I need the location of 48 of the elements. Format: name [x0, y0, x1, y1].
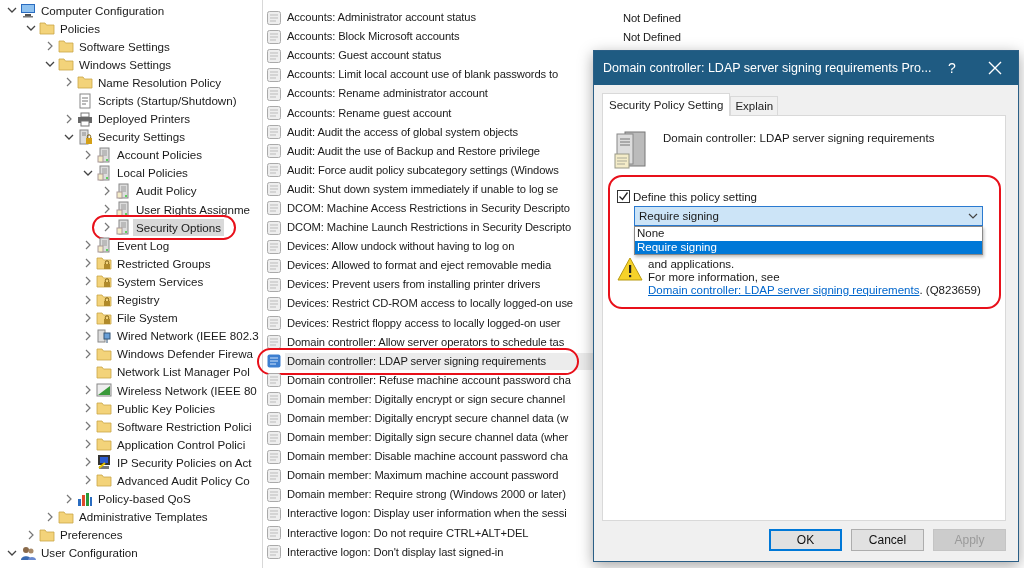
- tree-item[interactable]: Event Log: [114, 236, 173, 254]
- warning-text: and applications.: [648, 258, 736, 271]
- tree-item[interactable]: IP Security Policies on Act: [114, 453, 255, 471]
- tree-item[interactable]: Registry: [114, 291, 163, 309]
- more-info-text: For more information, see Domain controller: LDAP server signing requirements. (Q823659): [648, 271, 981, 297]
- dropdown[interactable]: Require signing: [634, 206, 983, 226]
- policy-name: Domain controller: LDAP server signing requirements: [663, 131, 935, 144]
- dropdown-option[interactable]: Require signing: [635, 240, 982, 254]
- tree-item[interactable]: Wired Network (IEEE 802.3: [114, 327, 262, 345]
- tree-item[interactable]: Scripts (Startup/Shutdown): [95, 92, 240, 109]
- tree-item[interactable]: Network List Manager Pol: [114, 363, 253, 381]
- tree-item[interactable]: Preferences: [57, 526, 126, 544]
- tree-item[interactable]: User Rights Assignme: [133, 200, 254, 218]
- tree-item[interactable]: Software Settings: [76, 37, 173, 55]
- tree-item[interactable]: Restricted Groups: [114, 254, 214, 272]
- table-cell-text: Not Defined: [622, 11, 681, 24]
- tree-item[interactable]: Policy-based QoS: [95, 490, 194, 508]
- tree-item[interactable]: Advanced Audit Policy Co: [114, 472, 253, 489]
- tree-item[interactable]: File System: [114, 309, 181, 327]
- tree-item[interactable]: Wireless Network (IEEE 80: [114, 381, 260, 399]
- tab[interactable]: Explain: [730, 96, 779, 115]
- tree-item[interactable]: Deployed Printers: [95, 110, 194, 128]
- table-cell-text: Not Defined: [622, 30, 681, 43]
- tree-item[interactable]: System Services: [114, 272, 207, 290]
- tree-item[interactable]: Computer Configuration: [38, 1, 168, 19]
- tree-item[interactable]: Software Restriction Polici: [114, 417, 255, 435]
- help-button[interactable]: ?: [932, 60, 972, 76]
- tree-item[interactable]: Account Policies: [114, 146, 206, 164]
- tree-item[interactable]: Name Resolution Policy: [95, 73, 225, 91]
- tab[interactable]: Security Policy Setting: [602, 93, 731, 116]
- tree-item[interactable]: Security Options: [133, 218, 225, 236]
- tree-item[interactable]: Windows Defender Firewa: [114, 345, 256, 363]
- tree-item[interactable]: Policies: [57, 19, 103, 37]
- window-title: Domain controller: LDAP server signing requirements Pro...: [603, 61, 932, 75]
- tree-item[interactable]: Security Settings: [95, 128, 188, 146]
- policy-item[interactable]: Accounts: Administrator account status: [285, 9, 621, 27]
- dialog-button[interactable]: Cancel: [851, 529, 924, 551]
- tree-item[interactable]: Administrative Templates: [76, 508, 211, 526]
- tree-item[interactable]: Public Key Policies: [114, 399, 218, 417]
- dialog-button[interactable]: OK: [769, 529, 842, 551]
- tree-item[interactable]: Windows Settings: [76, 55, 175, 73]
- tree-item[interactable]: User Configuration: [38, 544, 141, 562]
- dropdown-option[interactable]: None: [635, 227, 982, 241]
- tree-item[interactable]: Audit Policy: [133, 182, 200, 200]
- checkbox-label[interactable]: Define this policy setting: [633, 190, 757, 203]
- policy-item[interactable]: Accounts: Block Microsoft accounts: [285, 28, 621, 46]
- tree-item[interactable]: Local Policies: [114, 164, 191, 182]
- tree-item[interactable]: Application Control Polici: [114, 435, 249, 453]
